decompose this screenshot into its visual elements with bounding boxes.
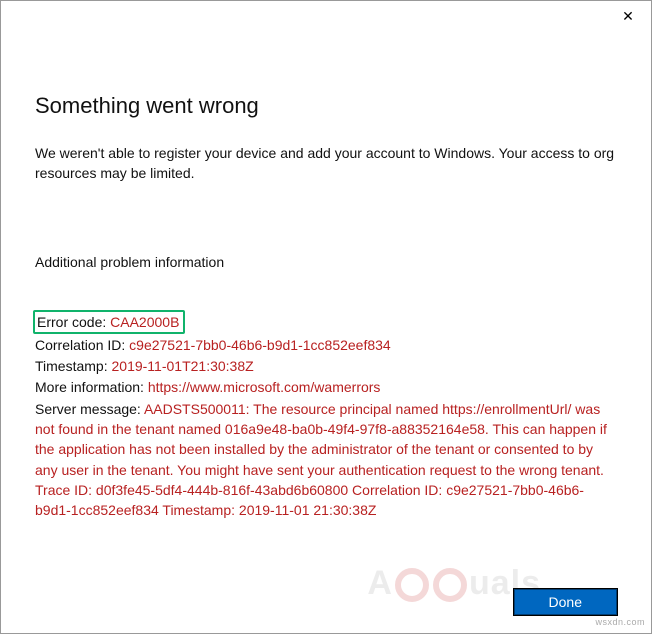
done-button[interactable]: Done bbox=[514, 589, 617, 615]
content-area: Something went wrong We weren't able to … bbox=[1, 31, 651, 542]
correlation-id-label: Correlation ID: bbox=[35, 337, 129, 353]
error-code-label: Error code: bbox=[37, 314, 110, 330]
error-details: Error code: CAA2000B Correlation ID: c9e… bbox=[35, 310, 617, 521]
error-description: We weren't able to register your device … bbox=[35, 143, 617, 184]
correlation-id-row: Correlation ID: c9e27521-7bb0-46b6-b9d1-… bbox=[35, 335, 617, 355]
error-code-value: CAA2000B bbox=[110, 314, 179, 330]
dialog-window: ✕ Something went wrong We weren't able t… bbox=[0, 0, 652, 634]
more-info-link[interactable]: https://www.microsoft.com/wamerrors bbox=[148, 379, 381, 395]
brand-circle-icon bbox=[395, 568, 429, 602]
source-watermark: wsxdn.com bbox=[595, 617, 645, 627]
additional-info-label: Additional problem information bbox=[35, 254, 617, 270]
correlation-id-value: c9e27521-7bb0-46b6-b9d1-1cc852eef834 bbox=[129, 337, 391, 353]
dialog-footer: Done bbox=[514, 589, 617, 615]
server-message-value: AADSTS500011: The resource principal nam… bbox=[35, 401, 607, 518]
page-title: Something went wrong bbox=[35, 93, 617, 119]
more-info-label: More information: bbox=[35, 379, 148, 395]
timestamp-value: 2019-11-01T21:30:38Z bbox=[112, 358, 254, 374]
timestamp-row: Timestamp: 2019-11-01T21:30:38Z bbox=[35, 356, 617, 376]
titlebar: ✕ bbox=[1, 1, 651, 31]
close-button[interactable]: ✕ bbox=[605, 1, 651, 31]
server-message-row: Server message: AADSTS500011: The resour… bbox=[35, 399, 617, 521]
server-message-label: Server message: bbox=[35, 401, 144, 417]
timestamp-label: Timestamp: bbox=[35, 358, 112, 374]
brand-circle-icon bbox=[433, 568, 467, 602]
error-code-row: Error code: CAA2000B bbox=[35, 310, 617, 334]
brand-left: A bbox=[367, 564, 393, 602]
error-code-highlight: Error code: CAA2000B bbox=[33, 310, 185, 334]
more-info-row: More information: https://www.microsoft.… bbox=[35, 377, 617, 397]
close-icon: ✕ bbox=[622, 8, 634, 25]
